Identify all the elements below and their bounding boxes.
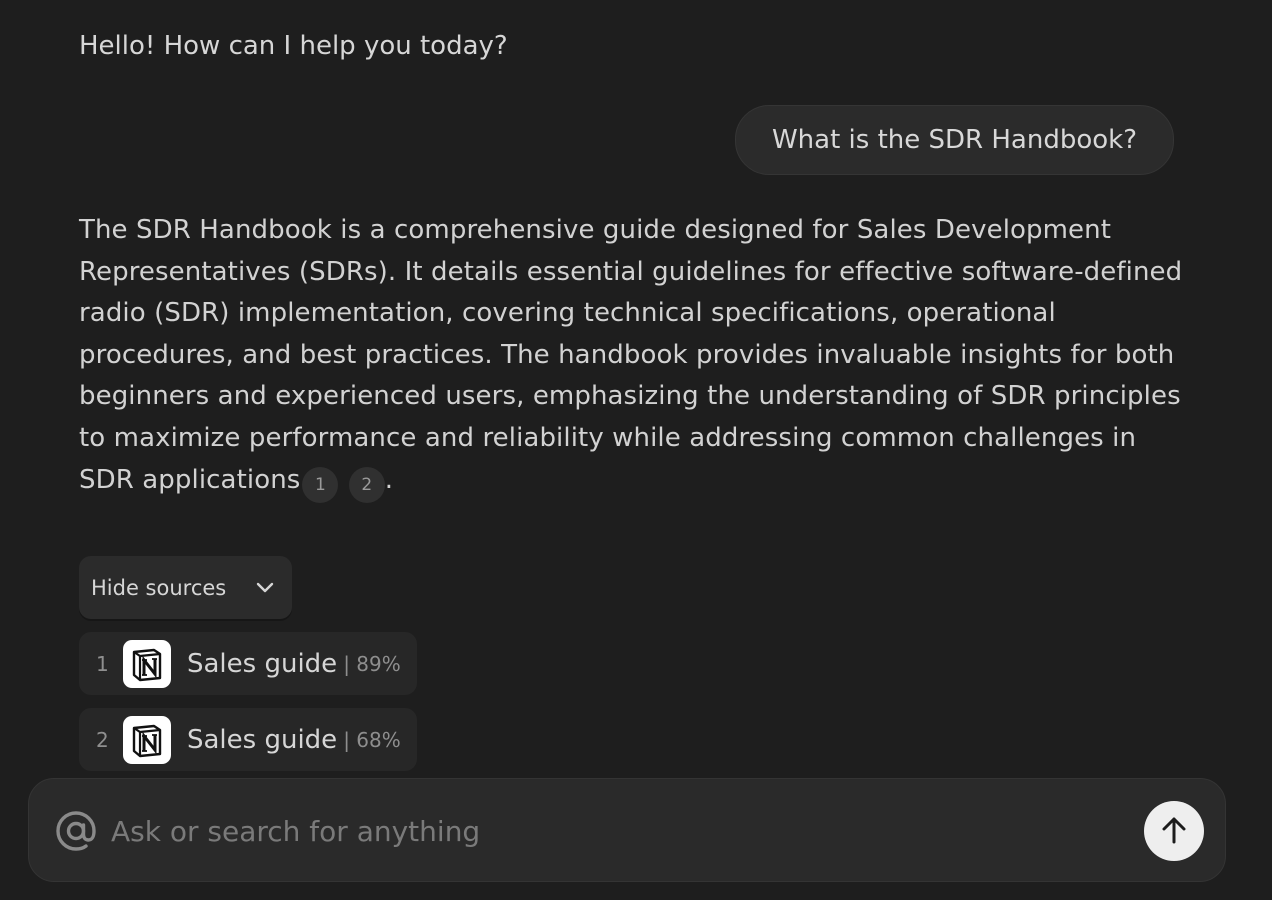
chevron-down-icon	[254, 576, 276, 603]
citation-badge-2[interactable]: 2	[348, 467, 385, 504]
source-title: Sales guide	[187, 648, 338, 679]
hide-sources-button[interactable]: Hide sources	[79, 556, 292, 619]
source-item[interactable]: 2 Sales guide | 68%	[79, 708, 417, 771]
source-score: | 89%	[343, 651, 401, 676]
notion-icon	[123, 639, 171, 688]
source-item[interactable]: 1 Sales guide | 89%	[79, 632, 417, 695]
search-input[interactable]	[109, 807, 1113, 855]
answer-end: .	[384, 464, 394, 495]
user-message-bubble: What is the SDR Handbook?	[734, 105, 1174, 175]
source-title: Sales guide	[187, 724, 338, 755]
notion-icon	[123, 715, 171, 764]
at-icon[interactable]	[55, 810, 97, 856]
source-number: 1	[96, 651, 109, 676]
arrow-up-icon	[1159, 815, 1189, 848]
hide-sources-label: Hide sources	[91, 575, 227, 600]
source-number: 2	[96, 727, 109, 752]
citation-badge-1[interactable]: 1	[302, 467, 339, 504]
answer-text: The SDR Handbook is a comprehensive guid…	[79, 215, 1183, 495]
send-button[interactable]	[1144, 801, 1204, 861]
chat-composer	[28, 778, 1226, 882]
greeting-message: Hello! How can I help you today?	[79, 31, 508, 61]
assistant-answer: The SDR Handbook is a comprehensive guid…	[79, 210, 1199, 504]
source-score: | 68%	[343, 727, 401, 752]
